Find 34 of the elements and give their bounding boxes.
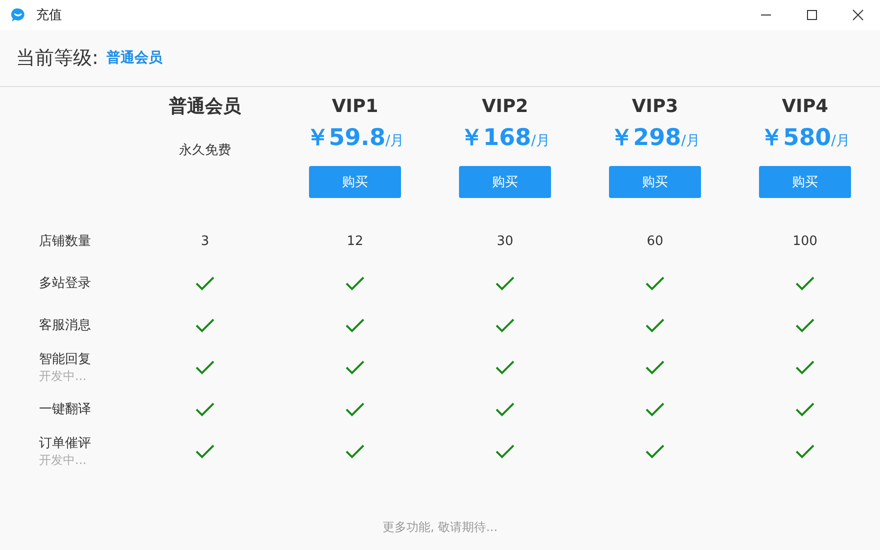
buy-button[interactable]: 购买 xyxy=(609,166,701,198)
plan-name: VIP2 xyxy=(482,95,528,119)
footer-note: 更多功能, 敬请期待... xyxy=(381,519,499,536)
feature-label: 智能回复 xyxy=(39,350,92,368)
feature-value: 12 xyxy=(346,234,364,248)
buy-button[interactable]: 购买 xyxy=(759,166,851,198)
plan-name: 普通会员 xyxy=(169,95,241,119)
plan-price: ￥59.8/月 xyxy=(306,124,404,153)
feature-value: 30 xyxy=(496,234,514,248)
plan-price: ￥580/月 xyxy=(760,124,850,153)
plan-price: ￥298/月 xyxy=(610,124,700,153)
level-label: 当前等级: xyxy=(16,46,98,71)
feature-value: 60 xyxy=(646,234,664,248)
feature-label: 客服消息 xyxy=(39,317,92,334)
buy-button[interactable]: 购买 xyxy=(459,166,551,198)
plan-name: VIP1 xyxy=(332,95,378,119)
feature-value: 100 xyxy=(792,234,818,248)
plan-subtitle: 永久免费 xyxy=(179,142,231,159)
app-logo-icon xyxy=(10,7,26,23)
feature-label: 订单催评 xyxy=(39,434,92,452)
feature-label: 店铺数量 xyxy=(39,233,92,250)
feature-note: 开发中... xyxy=(39,452,88,468)
feature-label: 多站登录 xyxy=(39,275,92,292)
plan-price: ￥168/月 xyxy=(460,124,550,153)
window-title: 充值 xyxy=(36,7,62,24)
plan-name: VIP4 xyxy=(782,95,828,119)
feature-value: 3 xyxy=(200,234,210,248)
level-value: 普通会员 xyxy=(106,49,162,67)
feature-note: 开发中... xyxy=(39,368,88,384)
buy-button[interactable]: 购买 xyxy=(309,166,401,198)
feature-label: 一键翻译 xyxy=(39,401,92,418)
plan-name: VIP3 xyxy=(632,95,678,119)
close-icon[interactable] xyxy=(852,9,864,21)
maximize-icon[interactable] xyxy=(806,9,818,21)
